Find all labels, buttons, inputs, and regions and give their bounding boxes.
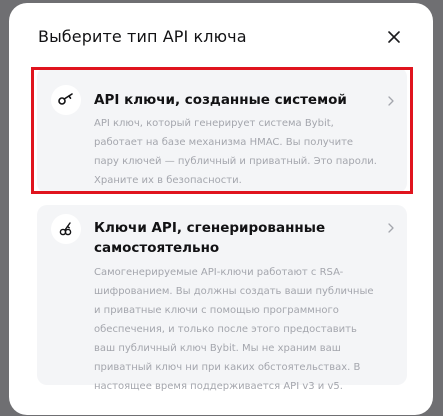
option-title: Ключи API, сгенерированные самостоятельн… <box>94 220 326 256</box>
close-icon <box>388 31 400 43</box>
page-backdrop: Выберите тип API ключа API ключи, создан… <box>0 0 443 416</box>
key-pair-icon <box>59 222 72 236</box>
close-button[interactable] <box>383 26 405 48</box>
option-description: Самогенерируемые API-ключи работают с RS… <box>94 267 374 392</box>
api-key-type-modal: Выберите тип API ключа API ключи, создан… <box>9 3 433 415</box>
modal-title: Выберите тип API ключа <box>38 27 247 46</box>
key-pair-badge <box>51 214 81 244</box>
chevron-right-icon <box>388 223 394 233</box>
highlight-frame <box>31 67 413 194</box>
